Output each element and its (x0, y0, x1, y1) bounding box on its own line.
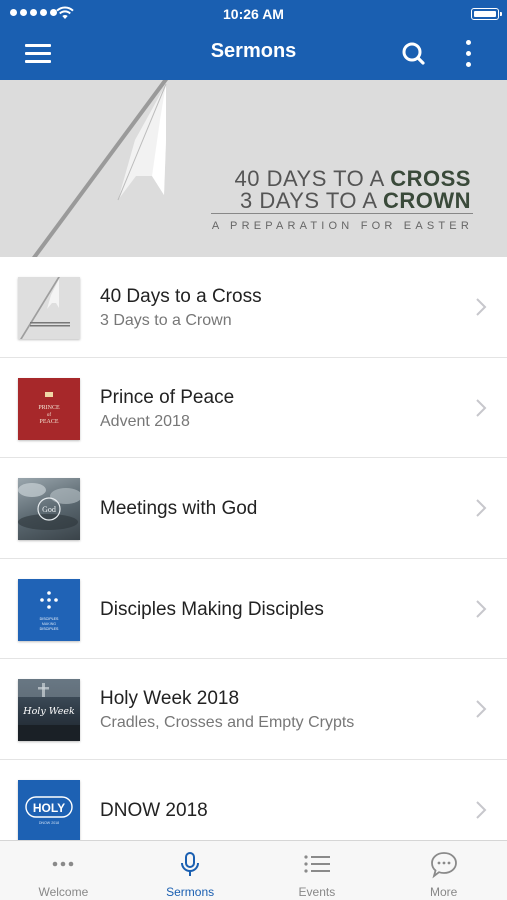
svg-text:DISCIPLES: DISCIPLES (40, 627, 59, 631)
sermon-title: DNOW 2018 (100, 799, 208, 821)
sermon-list-item[interactable]: DISCIPLES MAKING DISCIPLES Disciples Mak… (0, 558, 507, 659)
tab-label: Sermons (166, 885, 215, 899)
prince-of-peace-thumbnail: PRINCE of PEACE (18, 377, 80, 440)
tab-label: Events (298, 885, 336, 899)
sermon-list: 40 Days to a Cross 3 Days to a Crown PRI… (0, 257, 507, 860)
banner-divider (211, 213, 473, 214)
sermon-title: Holy Week 2018 (100, 688, 240, 709)
list-icon (304, 855, 330, 873)
page-title: Sermons (210, 40, 297, 62)
microphone-icon (181, 852, 200, 876)
sermon-title: Disciples Making Disciples (100, 598, 324, 620)
cross-series-thumbnail (18, 277, 80, 339)
svg-text:of: of (47, 413, 52, 418)
more-options-icon[interactable] (456, 38, 480, 70)
sermon-subtitle: Cradles, Crosses and Empty Crypts (100, 714, 355, 731)
search-icon[interactable] (398, 40, 430, 68)
sermon-subtitle: Advent 2018 (100, 412, 190, 430)
tab-events[interactable]: Events (254, 841, 381, 900)
chevron-right-icon (476, 599, 487, 618)
svg-text:PEACE: PEACE (39, 419, 58, 425)
banner-headline-2: 3 DAYS TO A CROWN (239, 188, 471, 213)
dnow-thumbnail: HOLY DNOW 2018 (18, 779, 80, 842)
chevron-right-icon (476, 398, 487, 417)
sermon-list-item[interactable]: 40 Days to a Cross 3 Days to a Crown (0, 257, 507, 358)
chevron-right-icon (476, 700, 487, 718)
chevron-right-icon (476, 800, 487, 819)
status-time: 10:26 AM (223, 6, 284, 22)
tab-label: Welcome (38, 885, 89, 899)
sermon-title: 40 Days to a Cross (100, 286, 262, 307)
sermon-list-item[interactable]: God Meetings with God (0, 458, 507, 559)
svg-text:DISCIPLES: DISCIPLES (40, 617, 59, 621)
tab-label: More (429, 885, 458, 899)
tab-sermons[interactable]: Sermons (127, 841, 254, 900)
svg-text:God: God (42, 505, 56, 514)
tab-bar: Welcome Sermons Events More (0, 840, 507, 900)
status-bar: 10:26 AM (0, 0, 507, 28)
sermon-subtitle: 3 Days to a Crown (100, 312, 232, 329)
disciples-thumbnail: DISCIPLES MAKING DISCIPLES (18, 578, 80, 641)
meetings-with-god-thumbnail: God (18, 478, 80, 540)
featured-series-banner[interactable]: 40 DAYS TO A CROSS 3 DAYS TO A CROWN A P… (0, 80, 507, 257)
tab-more[interactable]: More (380, 841, 507, 900)
tab-welcome[interactable]: Welcome (0, 841, 127, 900)
sermon-list-item[interactable]: Holy Week Holy Week 2018 Cradles, Crosse… (0, 659, 507, 760)
chevron-right-icon (476, 499, 487, 517)
sermon-title: Prince of Peace (100, 386, 235, 408)
sermon-title: Meetings with God (100, 498, 258, 519)
svg-text:PRINCE: PRINCE (38, 405, 60, 411)
chevron-right-icon (476, 298, 487, 316)
svg-text:MAKING: MAKING (42, 622, 56, 626)
nav-bar: Sermons (0, 28, 507, 80)
battery-icon (471, 8, 502, 20)
chat-bubble-icon (430, 852, 457, 879)
hamburger-menu-icon[interactable] (22, 40, 54, 68)
ellipsis-icon (53, 861, 74, 867)
banner-subtitle: A PREPARATION FOR EASTER (211, 220, 473, 232)
holy-week-thumbnail: Holy Week (18, 679, 80, 741)
svg-text:DNOW 2018: DNOW 2018 (39, 821, 59, 825)
svg-text:Holy Week: Holy Week (22, 706, 75, 717)
svg-text:HOLY: HOLY (33, 801, 65, 815)
sermon-list-item[interactable]: PRINCE of PEACE Prince of Peace Advent 2… (0, 357, 507, 458)
